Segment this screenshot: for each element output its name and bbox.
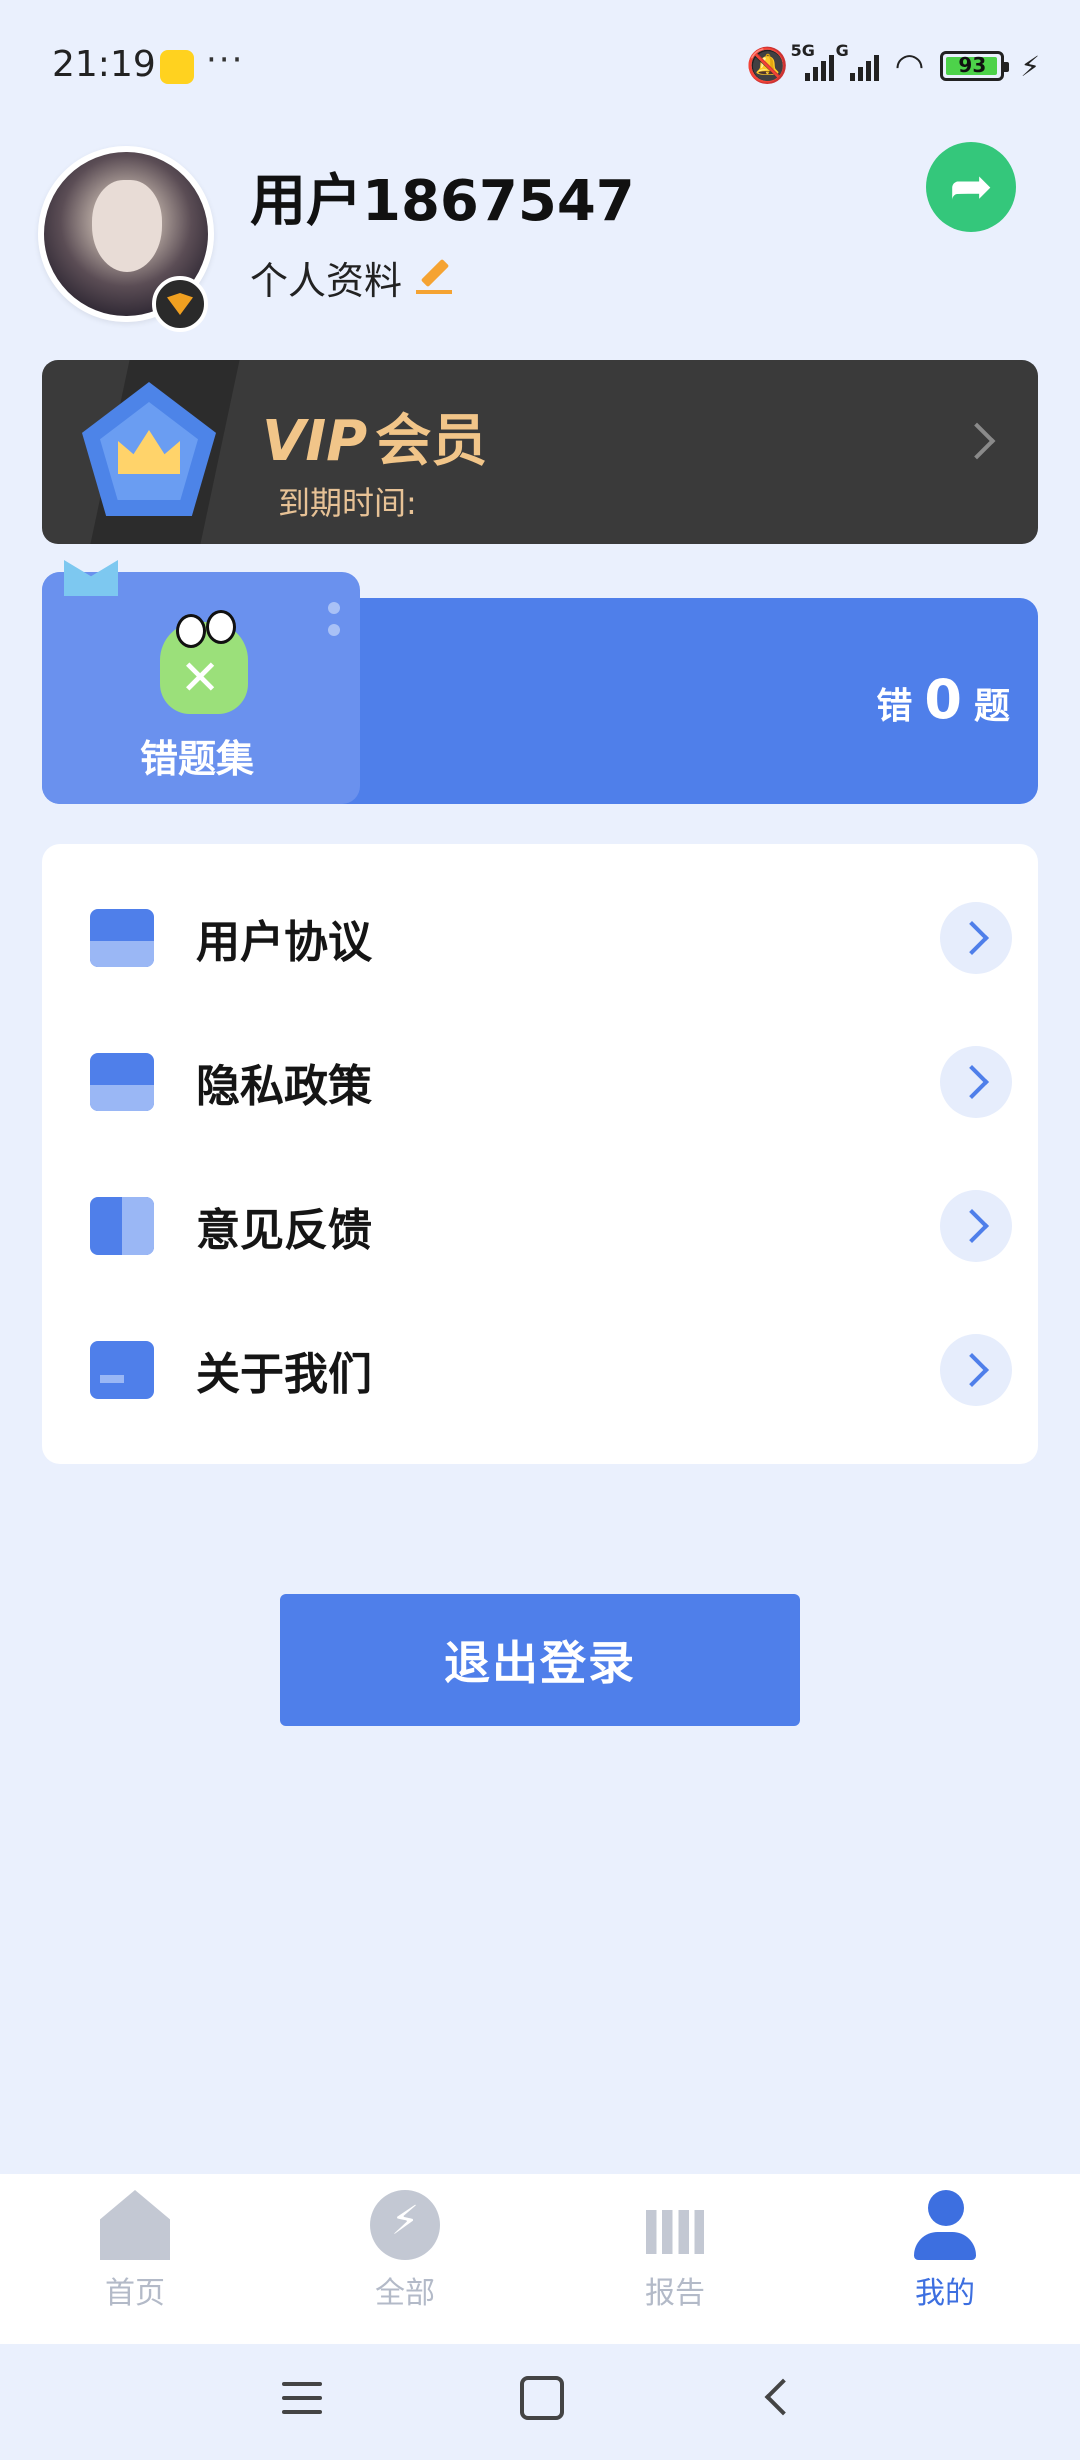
home-icon: [100, 2190, 170, 2260]
nav-home[interactable]: 首页: [35, 2190, 235, 2312]
menu-item-label: 意见反馈: [196, 1205, 372, 1256]
username: 用户1867547: [250, 169, 635, 234]
app-notification-icon: [160, 50, 194, 84]
edit-pencil-icon: [416, 260, 453, 296]
vip-title: VIP 会员: [262, 396, 487, 477]
charging-icon: ⚡: [1020, 49, 1040, 83]
signal-g-icon: G: [836, 41, 879, 81]
mute-bell-icon: 🔕: [746, 46, 789, 86]
nav-label: 全部: [375, 2276, 435, 2311]
signal-5g-icon: 5G: [791, 41, 834, 81]
bookmark-ribbon-icon: [64, 560, 118, 596]
menu-item-user-agreement[interactable]: 用户协议: [42, 866, 1038, 1010]
profile-link-label: 个人资料: [250, 259, 403, 303]
person-icon: [910, 2190, 980, 2260]
nav-label: 首页: [105, 2276, 165, 2311]
status-indicators: 🔕 5G G ◠ 93 ⚡: [746, 41, 1040, 88]
nav-label: 报告: [645, 2276, 705, 2311]
count-suffix: 题: [973, 686, 1010, 727]
menu-item-privacy-policy[interactable]: 隐私政策: [42, 1010, 1038, 1154]
chevron-right-icon: [940, 1334, 1012, 1406]
vip-title-text: VIP: [262, 409, 368, 474]
wrong-questions-label: 错题集: [140, 737, 255, 781]
menu-item-label: 关于我们: [196, 1349, 372, 1400]
wifi-icon: ◠: [894, 46, 925, 86]
mascot-eye-left: [176, 614, 206, 648]
menu-item-label: 隐私政策: [196, 1061, 372, 1112]
share-arrow-icon: ➦: [949, 157, 993, 217]
status-time: 21:19: [52, 44, 156, 85]
privacy-shield-icon: [90, 1053, 154, 1111]
avatar-face: [92, 180, 162, 272]
chevron-right-icon: [940, 1190, 1012, 1262]
nav-mine[interactable]: 我的: [845, 2190, 1045, 2312]
more-notifications-icon: ···: [206, 40, 245, 80]
menu-item-about-us[interactable]: 关于我们: [42, 1298, 1038, 1442]
nav-all[interactable]: 全部: [305, 2190, 505, 2312]
bar-chart-icon: [640, 2190, 710, 2260]
vip-level-badge-icon: [152, 276, 208, 332]
battery-level: 93: [958, 53, 987, 77]
agreement-icon: [90, 909, 154, 967]
home-button-icon[interactable]: [520, 2376, 564, 2420]
vip-member-text: 会员: [375, 409, 488, 474]
menu-item-label: 用户协议: [196, 917, 372, 968]
mascot-x-mark: ✕: [180, 650, 221, 706]
recent-apps-icon[interactable]: [282, 2382, 322, 2424]
back-icon[interactable]: [764, 2378, 802, 2416]
share-button[interactable]: ➦: [926, 142, 1016, 232]
nav-report[interactable]: 报告: [575, 2190, 775, 2312]
feedback-book-icon: [90, 1197, 154, 1255]
chevron-right-icon: [940, 1046, 1012, 1118]
logout-button[interactable]: 退出登录: [280, 1594, 800, 1726]
edit-profile-link[interactable]: 个人资料: [250, 250, 453, 305]
lightning-icon: [370, 2190, 440, 2260]
vip-expire-label: 到期时间:: [278, 484, 417, 522]
count-prefix: 错: [876, 686, 913, 727]
wrong-questions-count: 错 0 题: [876, 668, 1010, 731]
chevron-right-icon: [940, 902, 1012, 974]
mascot-eye-right: [206, 610, 236, 644]
folder-dots-icon: [328, 602, 342, 642]
nav-label: 我的: [915, 2276, 975, 2311]
battery-icon: 93: [940, 51, 1010, 81]
about-card-icon: [90, 1341, 154, 1399]
count-value: 0: [924, 668, 962, 731]
menu-item-feedback[interactable]: 意见反馈: [42, 1154, 1038, 1298]
